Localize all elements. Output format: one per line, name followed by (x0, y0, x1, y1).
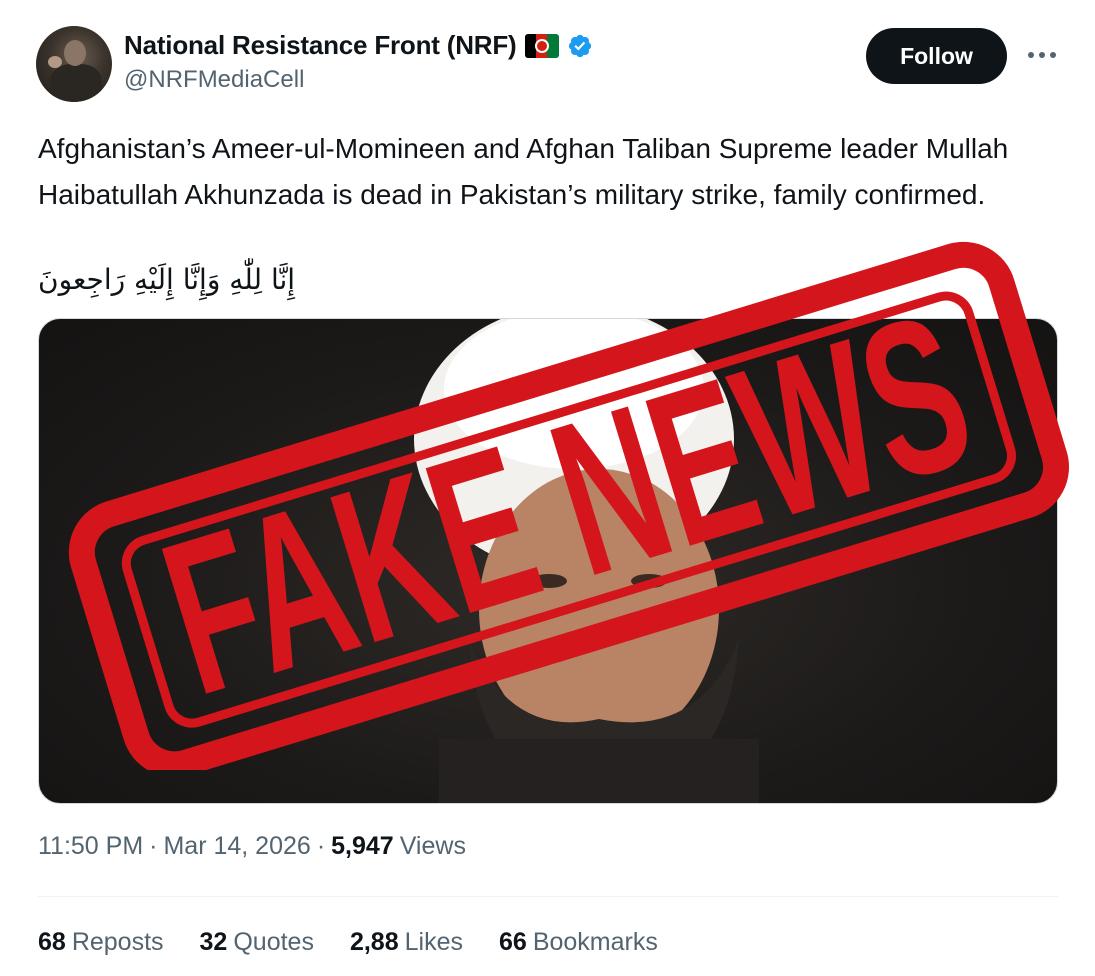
bookmarks-label: Bookmarks (532, 928, 658, 956)
quotes-stat[interactable]: 32 Quotes (200, 928, 314, 957)
more-options-icon[interactable] (1022, 40, 1062, 70)
tweet-time[interactable]: 11:50 PM (38, 832, 143, 861)
views-label: Views (399, 832, 466, 860)
bookmarks-stat[interactable]: 66 Bookmarks (499, 928, 658, 957)
tweet-meta: 11:50 PM · Mar 14, 2026 · 5,947 Views (38, 832, 466, 861)
tweet-media-image[interactable] (38, 318, 1058, 804)
author-name-row: National Resistance Front (NRF) (124, 30, 593, 61)
reposts-stat[interactable]: 68 Reposts (38, 928, 164, 957)
afghanistan-flag-icon (524, 33, 559, 58)
quotes-label: Quotes (233, 928, 314, 956)
views-count: 5,947 (331, 832, 394, 860)
likes-stat[interactable]: 2,88 Likes (350, 928, 463, 957)
follow-button[interactable]: Follow (866, 28, 1007, 84)
tweet-arabic-text: إِنَّا لِلّٰهِ وَإِنَّا إِلَيْهِ رَاجِعو… (38, 263, 296, 296)
portrait-illustration (414, 319, 759, 803)
author-handle[interactable]: @NRFMediaCell (124, 66, 304, 94)
avatar[interactable] (36, 26, 112, 102)
bookmarks-count: 66 (499, 928, 527, 956)
quotes-count: 32 (199, 928, 228, 956)
tweet-date[interactable]: Mar 14, 2026 (163, 832, 310, 861)
reposts-count: 68 (38, 928, 66, 956)
likes-label: Likes (404, 928, 463, 956)
verified-badge-icon (568, 34, 591, 57)
engagement-stats: 68 Reposts 32 Quotes 2,88 Likes 66 Bookmarks (38, 928, 658, 957)
author-display-name[interactable]: National Resistance Front (NRF) (124, 30, 517, 61)
divider (38, 896, 1058, 897)
reposts-label: Reposts (71, 928, 164, 956)
tweet-text: Afghanistan’s Ameer-ul-Momineen and Afgh… (38, 133, 1009, 210)
tweet-card: National Resistance Front (NRF) @NRFMedi… (0, 0, 1095, 976)
likes-count: 2,88 (349, 928, 399, 956)
